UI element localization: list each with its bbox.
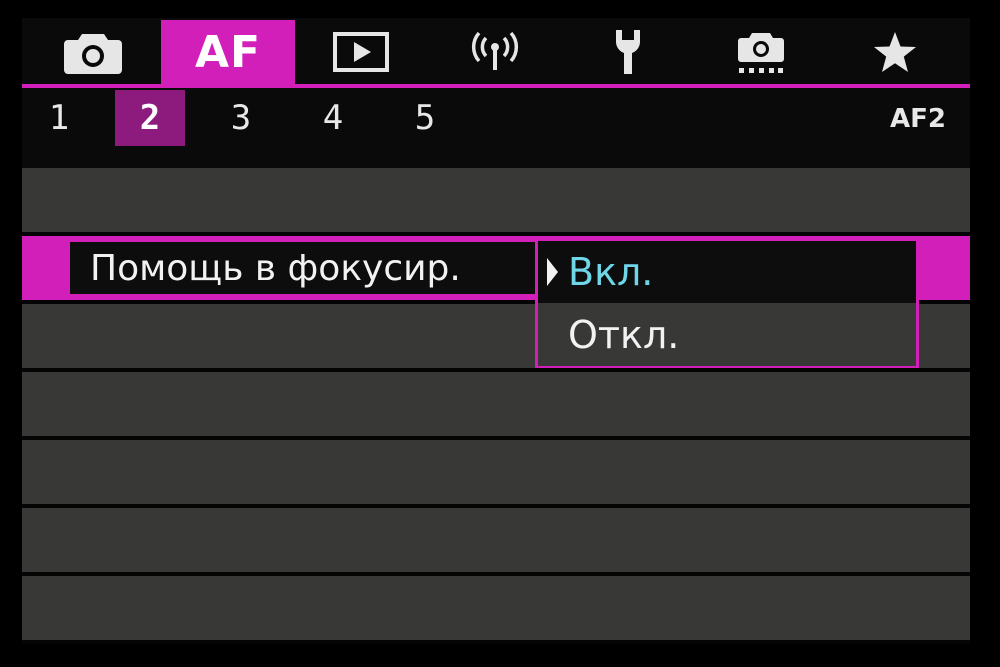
- menu-item-label: Помощь в фокусир.: [90, 247, 461, 289]
- tab-playback[interactable]: [294, 20, 428, 84]
- wrench-icon: [608, 28, 648, 76]
- tab-setup[interactable]: [561, 20, 695, 84]
- menu-row-empty: [22, 372, 970, 436]
- subtab-2[interactable]: 2: [115, 90, 185, 146]
- menu-row-empty: [22, 168, 970, 232]
- page-code: AF2: [890, 104, 946, 134]
- subtab-5[interactable]: 5: [390, 90, 460, 146]
- option-on[interactable]: Вкл.: [538, 241, 916, 303]
- main-tab-bar: AF: [22, 18, 970, 84]
- option-on-label: Вкл.: [568, 250, 654, 294]
- menu-row-empty: [22, 576, 970, 640]
- tab-my-menu[interactable]: [828, 20, 962, 84]
- camera-menu-screen: AF 1 2 3 4 5 AF2 Помощь в фокусир. Вкл. …: [22, 18, 970, 644]
- sub-tab-bar: 1 2 3 4 5 AF2: [22, 88, 970, 168]
- menu-row-empty: [22, 508, 970, 572]
- tab-af-label: AF: [194, 26, 262, 78]
- play-icon: [333, 32, 389, 72]
- tab-wireless[interactable]: [428, 20, 562, 84]
- option-off-label: Откл.: [568, 313, 680, 357]
- option-off[interactable]: Откл.: [538, 304, 916, 366]
- tab-shooting[interactable]: [26, 20, 160, 84]
- subtab-3[interactable]: 3: [206, 90, 276, 146]
- menu-row-empty: [22, 440, 970, 504]
- tab-af[interactable]: AF: [161, 20, 295, 84]
- camera-icon: [64, 30, 122, 74]
- star-icon: [872, 30, 918, 74]
- selection-arrow-icon: [547, 258, 558, 286]
- option-popup: Вкл. Откл.: [535, 238, 919, 368]
- custom-functions-icon: [736, 29, 786, 75]
- subtab-1[interactable]: 1: [24, 90, 94, 146]
- wireless-icon: [469, 30, 521, 74]
- subtab-4[interactable]: 4: [298, 90, 368, 146]
- menu-item-focus-guide[interactable]: Помощь в фокусир.: [70, 242, 536, 294]
- tab-custom-functions[interactable]: [694, 20, 828, 84]
